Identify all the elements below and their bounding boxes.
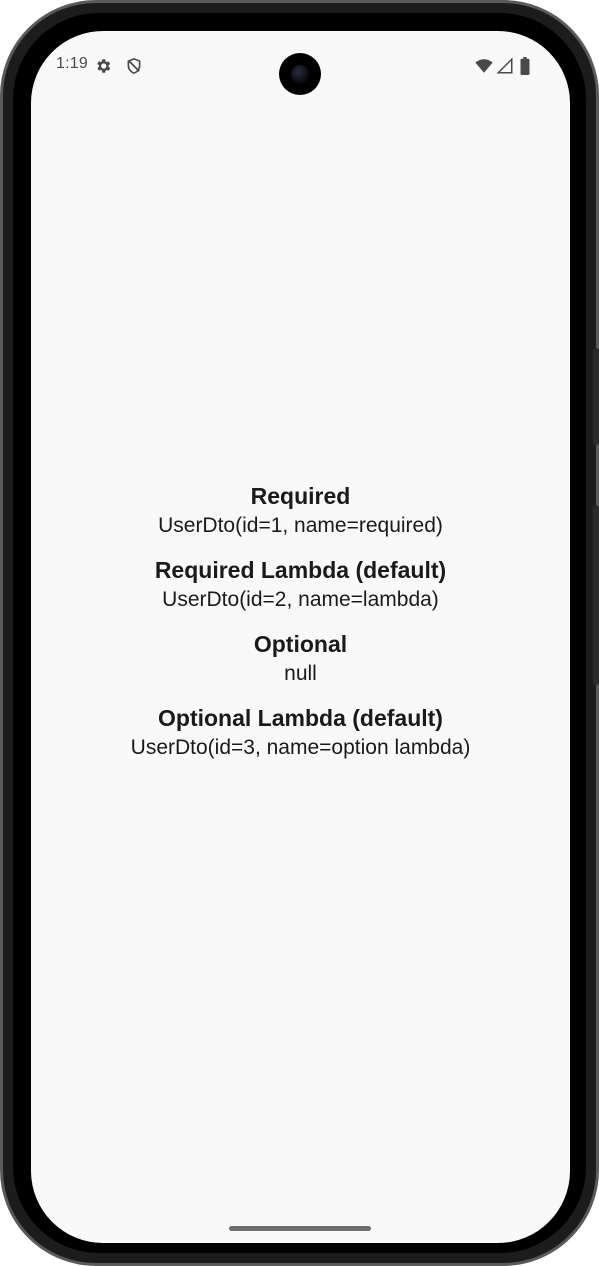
front-camera [279, 53, 321, 95]
wifi-icon [475, 57, 493, 75]
shield-icon [125, 57, 143, 75]
result-list: Required UserDto(id=1, name=required) Re… [31, 481, 570, 777]
cellular-signal-icon [496, 57, 514, 75]
phone-frame: 1:19 Required UserDto(id=1, name=require… [0, 0, 599, 1266]
settings-gear-icon [94, 57, 112, 75]
result-title: Optional Lambda (default) [158, 705, 443, 731]
result-title: Required [250, 483, 351, 509]
home-indicator[interactable] [229, 1226, 371, 1231]
result-title: Optional [253, 631, 348, 657]
result-block-required: Required UserDto(id=1, name=required) [31, 481, 570, 540]
result-title: Required Lambda (default) [154, 557, 447, 583]
volume-button [593, 505, 599, 685]
result-value: UserDto(id=3, name=option lambda) [130, 736, 471, 759]
result-block-optional-lambda: Optional Lambda (default) UserDto(id=3, … [31, 703, 570, 762]
result-block-optional: Optional null [31, 629, 570, 688]
power-button [593, 348, 599, 445]
battery-icon [519, 57, 531, 75]
status-bar: 1:19 [31, 31, 570, 103]
result-value: UserDto(id=2, name=lambda) [162, 588, 439, 611]
camera-lens [291, 65, 309, 83]
screen: 1:19 Required UserDto(id=1, name=require… [31, 31, 570, 1243]
result-value: UserDto(id=1, name=required) [158, 514, 443, 537]
result-block-required-lambda: Required Lambda (default) UserDto(id=2, … [31, 555, 570, 614]
status-time: 1:19 [56, 55, 88, 72]
result-value: null [284, 662, 317, 685]
